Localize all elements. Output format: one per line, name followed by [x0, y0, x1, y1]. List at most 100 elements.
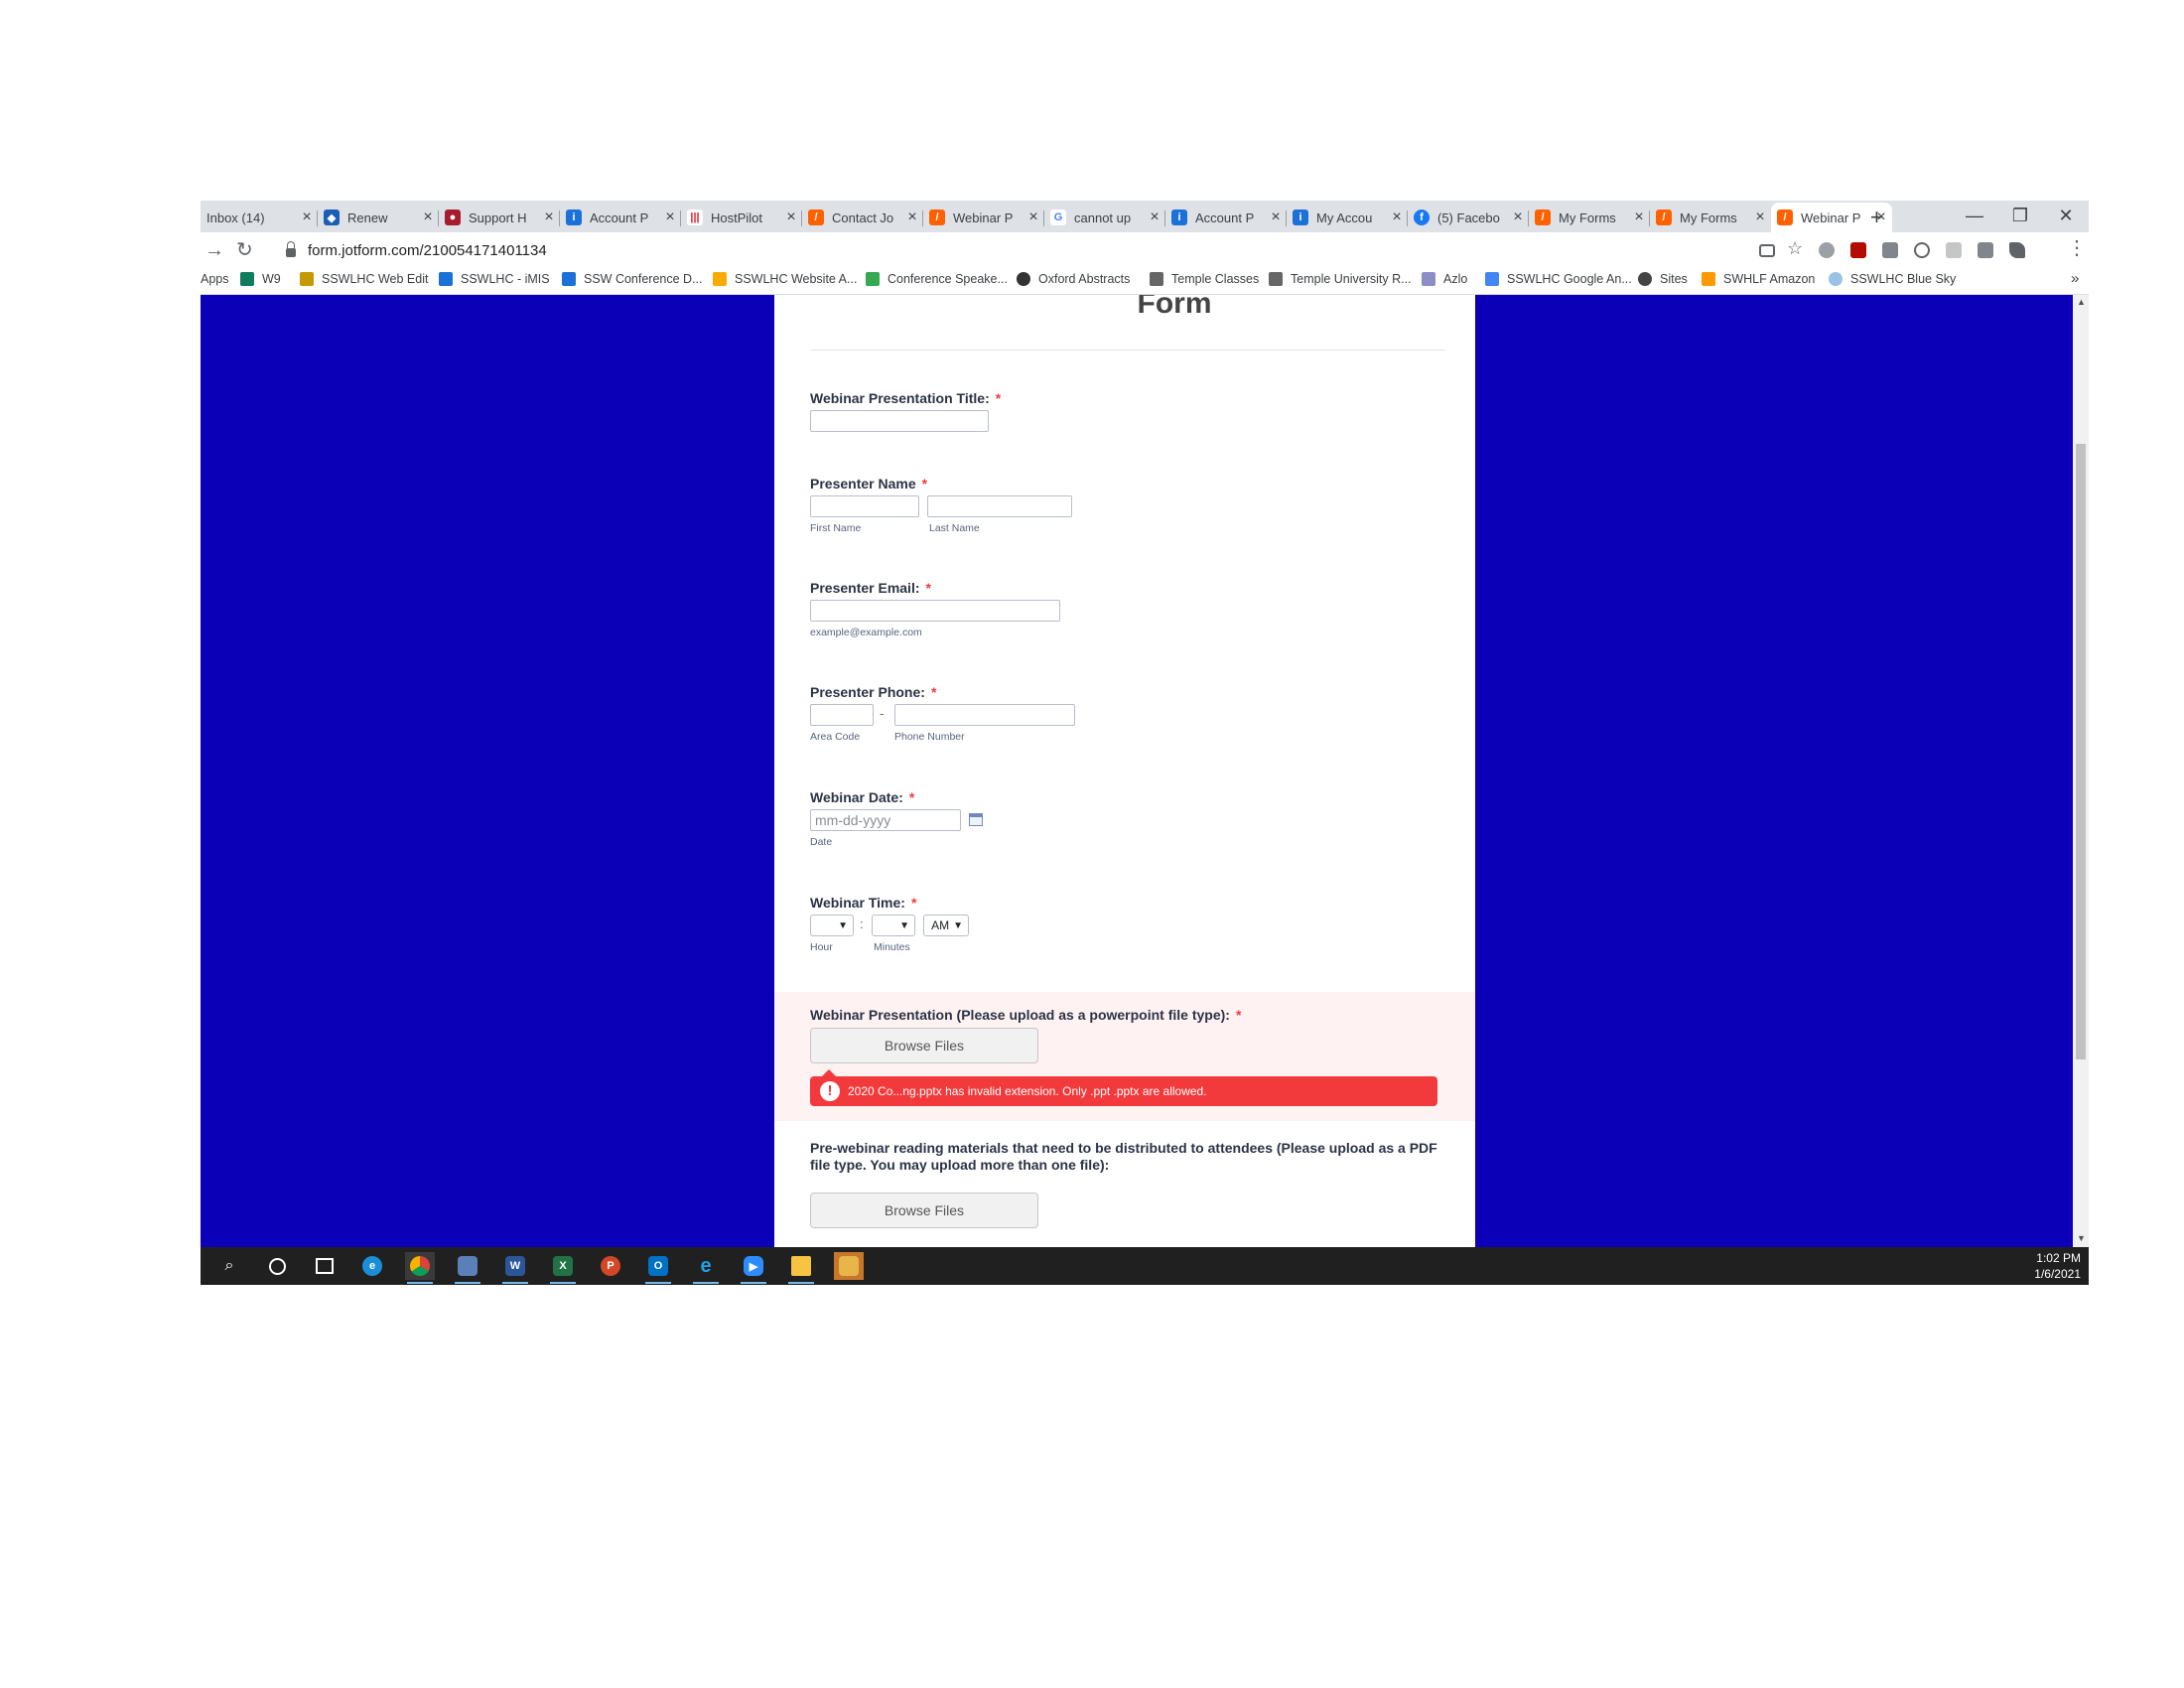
reload-button[interactable]: ↻: [236, 238, 253, 262]
reading-browse-files-button[interactable]: Browse Files: [810, 1193, 1038, 1228]
close-icon[interactable]: ×: [1628, 209, 1650, 226]
tab-my-forms-1[interactable]: / My Forms ×: [1529, 203, 1650, 232]
close-icon[interactable]: ×: [780, 209, 802, 226]
bookmark-temple-classes[interactable]: Temple Classes: [1150, 272, 1259, 286]
tab-title: My Accou: [1316, 210, 1373, 225]
bookmark-ssw-conference[interactable]: SSW Conference D...: [562, 272, 703, 286]
tab-webinar-1[interactable]: / Webinar P ×: [923, 203, 1044, 232]
tab-google-search[interactable]: G cannot up ×: [1044, 203, 1165, 232]
bookmark-swhlf-amazon[interactable]: SWHLF Amazon: [1702, 272, 1815, 286]
zoom-icon[interactable]: ▶: [739, 1252, 768, 1284]
bookmark-conference-speakers[interactable]: Conference Speake...: [866, 272, 1008, 286]
presenter-email-input[interactable]: [810, 600, 1060, 622]
extensions-puzzle-icon[interactable]: [2009, 242, 2025, 258]
remote-desktop-icon[interactable]: [453, 1252, 482, 1284]
system-clock[interactable]: 1:02 PM 1/6/2021: [2034, 1250, 2081, 1282]
bookmark-azlo[interactable]: Azlo: [1422, 272, 1467, 286]
bookmark-sswlhc-blue-sky[interactable]: SSWLHC Blue Sky: [1829, 272, 1956, 286]
bookmark-sswlhc-imis[interactable]: SSWLHC - iMIS: [439, 272, 550, 286]
scrollbar-thumb[interactable]: [2076, 444, 2086, 1059]
tab-title: (5) Facebo: [1437, 210, 1500, 225]
file-explorer-icon[interactable]: [786, 1252, 816, 1284]
alert-icon: !: [820, 1081, 840, 1101]
tab-favicon-icon: /: [808, 210, 824, 225]
minutes-select[interactable]: ▼: [872, 914, 915, 936]
tab-support[interactable]: ● Support H ×: [439, 203, 560, 232]
outlook-icon[interactable]: O: [643, 1252, 673, 1284]
extension-grey-icon[interactable]: [1946, 242, 1962, 258]
forward-button[interactable]: →: [205, 238, 224, 262]
close-icon[interactable]: ×: [1265, 209, 1287, 226]
bookmark-sswlhc-web-edit[interactable]: SSWLHC Web Edit: [300, 272, 428, 286]
bookmark-star-icon[interactable]: ☆: [1787, 238, 1803, 258]
close-icon[interactable]: ×: [1023, 209, 1044, 226]
first-name-input[interactable]: [810, 495, 919, 517]
chrome-icon[interactable]: [405, 1252, 435, 1284]
tab-facebook[interactable]: f (5) Facebo ×: [1408, 203, 1529, 232]
close-icon[interactable]: ×: [1749, 209, 1771, 226]
new-tab-button[interactable]: +: [1870, 205, 1883, 230]
tab-favicon-icon: /: [929, 210, 945, 225]
close-icon[interactable]: ×: [296, 209, 318, 226]
presentation-title-input[interactable]: [810, 410, 989, 432]
minimize-button[interactable]: —: [1952, 203, 1997, 228]
scroll-up-icon[interactable]: ▲: [2077, 297, 2086, 307]
app-icon[interactable]: [834, 1252, 864, 1280]
close-icon[interactable]: ×: [1507, 209, 1529, 226]
cortana-icon[interactable]: [262, 1252, 292, 1280]
internet-explorer-icon[interactable]: e: [691, 1252, 721, 1284]
scroll-down-icon[interactable]: ▼: [2077, 1233, 2086, 1243]
extension-abp-icon[interactable]: [1819, 242, 1835, 258]
close-icon[interactable]: ×: [901, 209, 923, 226]
bookmark-temple-university[interactable]: Temple University R...: [1269, 272, 1412, 286]
close-window-button[interactable]: ✕: [2043, 203, 2089, 228]
extension-block-icon[interactable]: [1914, 242, 1930, 258]
excel-icon[interactable]: X: [548, 1252, 578, 1284]
extension-chat-icon[interactable]: [1978, 242, 1993, 258]
close-icon[interactable]: ×: [659, 209, 681, 226]
hour-select[interactable]: ▼: [810, 914, 854, 936]
area-code-input[interactable]: [810, 704, 874, 726]
webinar-date-input[interactable]: mm-dd-yyyy: [810, 809, 961, 831]
extension-g-icon[interactable]: [1882, 242, 1898, 258]
bookmark-oxford-abstracts[interactable]: Oxford Abstracts: [1017, 272, 1130, 286]
browse-files-button[interactable]: Browse Files: [810, 1028, 1038, 1063]
tab-my-account[interactable]: i My Accou ×: [1287, 203, 1408, 232]
address-bar[interactable]: form.jotform.com/210054171401134: [278, 236, 1827, 264]
bookmark-sswlhc-website[interactable]: SSWLHC Website A...: [713, 272, 857, 286]
tab-account-1[interactable]: i Account P ×: [560, 203, 681, 232]
bookmark-google-analytics[interactable]: SSWLHC Google An...: [1485, 272, 1632, 286]
required-mark: *: [930, 684, 937, 700]
tab-account-2[interactable]: i Account P ×: [1165, 203, 1287, 232]
close-icon[interactable]: ×: [1386, 209, 1408, 226]
page-scrollbar[interactable]: ▲ ▼: [2073, 295, 2089, 1247]
calendar-icon[interactable]: [969, 813, 983, 826]
ampm-select[interactable]: AM ▼: [923, 914, 969, 936]
search-icon[interactable]: ⌕: [214, 1252, 244, 1280]
close-icon[interactable]: ×: [1144, 209, 1165, 226]
bookmark-w9[interactable]: W9: [240, 272, 281, 286]
close-icon[interactable]: ×: [417, 209, 439, 226]
word-icon[interactable]: W: [500, 1252, 530, 1284]
bookmark-favicon-icon: [1150, 272, 1163, 286]
webinar-time-label: Webinar Time: *: [810, 895, 917, 911]
tab-contact[interactable]: / Contact Jo ×: [802, 203, 923, 232]
bookmarks-overflow-button[interactable]: »: [2071, 270, 2079, 287]
powerpoint-icon[interactable]: P: [596, 1252, 625, 1280]
tab-inbox[interactable]: Inbox (14) ×: [201, 203, 318, 232]
tab-hostpilot[interactable]: ||| HostPilot ×: [681, 203, 802, 232]
phone-number-input[interactable]: [894, 704, 1075, 726]
last-name-input[interactable]: [927, 495, 1072, 517]
bookmark-label: Conference Speake...: [887, 272, 1008, 286]
edge-icon[interactable]: e: [357, 1252, 387, 1280]
tab-my-forms-2[interactable]: / My Forms ×: [1650, 203, 1771, 232]
close-icon[interactable]: ×: [538, 209, 560, 226]
bookmark-sites[interactable]: Sites: [1638, 272, 1688, 286]
bookmark-apps[interactable]: Apps: [201, 272, 229, 286]
cast-icon[interactable]: [1759, 244, 1775, 257]
extension-pdf-icon[interactable]: [1850, 242, 1866, 258]
tab-renew[interactable]: ◆ Renew ×: [318, 203, 439, 232]
menu-kebab-icon[interactable]: ⋮: [2067, 236, 2087, 260]
task-view-icon[interactable]: [310, 1252, 340, 1280]
restore-button[interactable]: ❐: [1997, 203, 2043, 228]
